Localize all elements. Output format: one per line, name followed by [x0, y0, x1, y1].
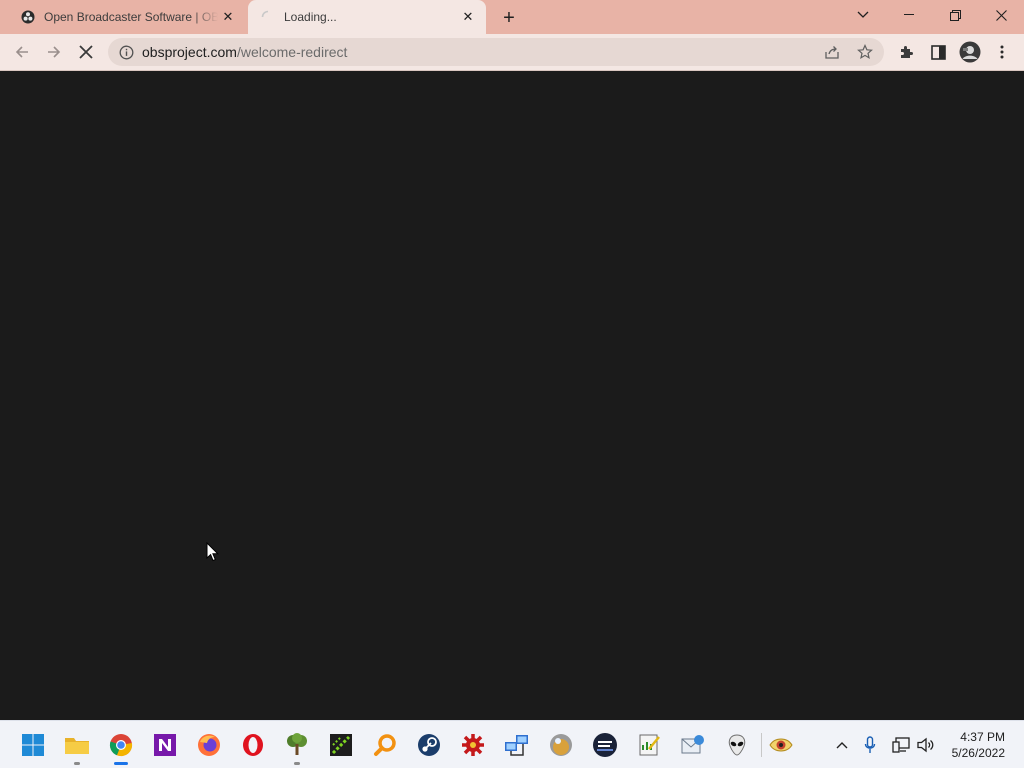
magnifier-icon[interactable]: [370, 730, 400, 760]
minimize-button[interactable]: [886, 0, 932, 30]
volume-icon[interactable]: [915, 733, 937, 757]
back-arrow-icon: [15, 46, 28, 58]
new-tab-button[interactable]: +: [497, 6, 521, 30]
side-panel-button[interactable]: [924, 38, 952, 66]
address-bar[interactable]: obsproject.com/welcome-redirect: [108, 38, 884, 66]
network-icon[interactable]: [890, 733, 912, 757]
folder-icon[interactable]: [62, 730, 92, 765]
steam-icon[interactable]: [414, 730, 444, 760]
tab-search-button[interactable]: [840, 0, 886, 30]
green-grid-icon[interactable]: [326, 730, 356, 760]
alien-icon[interactable]: [722, 730, 752, 760]
avatar: [959, 41, 981, 63]
tab-loading[interactable]: Loading... ✕: [248, 0, 486, 34]
bookmark-star-icon[interactable]: [853, 41, 877, 63]
restore-icon: [949, 9, 961, 21]
microphone-icon[interactable]: [859, 733, 881, 757]
restore-button[interactable]: [932, 0, 978, 30]
minimize-icon: [904, 14, 914, 15]
clock-date: 5/26/2022: [951, 746, 1005, 760]
chrome-icon[interactable]: [106, 730, 136, 765]
running-indicator: [74, 762, 80, 765]
network-computers-icon[interactable]: [502, 730, 532, 760]
windows-start-icon[interactable]: [18, 730, 48, 760]
mouse-cursor-icon: [206, 542, 219, 562]
eye-icon[interactable]: [766, 730, 796, 760]
show-hidden-icons-button[interactable]: [831, 733, 853, 757]
tab-strip: Open Broadcaster Software | OBS ✕ Loadin…: [0, 0, 1024, 34]
share-icon[interactable]: [820, 41, 844, 63]
url-host: obsproject.com: [142, 44, 237, 60]
loading-spinner-icon: [260, 9, 276, 25]
forward-button[interactable]: [40, 38, 68, 66]
chevron-up-icon: [836, 742, 848, 749]
tab-title: Loading...: [284, 10, 337, 24]
notepad-chart-icon[interactable]: [634, 730, 664, 760]
forward-arrow-icon: [48, 46, 61, 58]
tab-obs[interactable]: Open Broadcaster Software | OBS ✕: [8, 0, 246, 34]
tree-icon[interactable]: [282, 730, 312, 765]
orb-icon[interactable]: [546, 730, 576, 760]
site-info-icon[interactable]: [118, 44, 134, 60]
close-tab-icon[interactable]: ✕: [458, 7, 478, 27]
tab-title: Open Broadcaster Software | OBS: [44, 10, 218, 24]
side-panel-icon: [930, 44, 946, 60]
mail-globe-icon[interactable]: [678, 730, 708, 760]
taskbar: 4:37 PM 5/26/2022: [0, 720, 1024, 768]
infra-badge-icon[interactable]: [590, 730, 620, 760]
menu-button[interactable]: [988, 38, 1016, 66]
obs-icon: [20, 9, 36, 25]
chevron-down-icon: [857, 11, 869, 18]
puzzle-icon: [901, 46, 913, 58]
page-content[interactable]: [0, 71, 1024, 720]
taskbar-clock[interactable]: 4:37 PM 5/26/2022: [952, 729, 1005, 761]
clock-time: 4:37 PM: [960, 730, 1005, 744]
close-icon: [995, 9, 1007, 21]
red-gear-icon[interactable]: [458, 730, 488, 760]
close-window-button[interactable]: [978, 0, 1024, 30]
url-path: /welcome-redirect: [236, 44, 348, 60]
close-tab-icon[interactable]: ✕: [218, 7, 238, 27]
extensions-button[interactable]: [892, 38, 920, 66]
plus-icon: +: [503, 6, 515, 29]
active-indicator: [114, 762, 128, 765]
firefox-icon[interactable]: [194, 730, 224, 760]
browser-toolbar: obsproject.com/welcome-redirect: [0, 34, 1024, 71]
profile-button[interactable]: [956, 38, 984, 66]
opera-icon[interactable]: [238, 730, 268, 760]
back-button[interactable]: [8, 38, 36, 66]
taskbar-separator: [761, 733, 762, 757]
stop-icon: [79, 45, 93, 59]
running-indicator: [294, 762, 300, 765]
stop-loading-button[interactable]: [72, 38, 100, 66]
onenote-icon[interactable]: [150, 730, 180, 760]
kebab-menu-icon: [1000, 45, 1004, 59]
